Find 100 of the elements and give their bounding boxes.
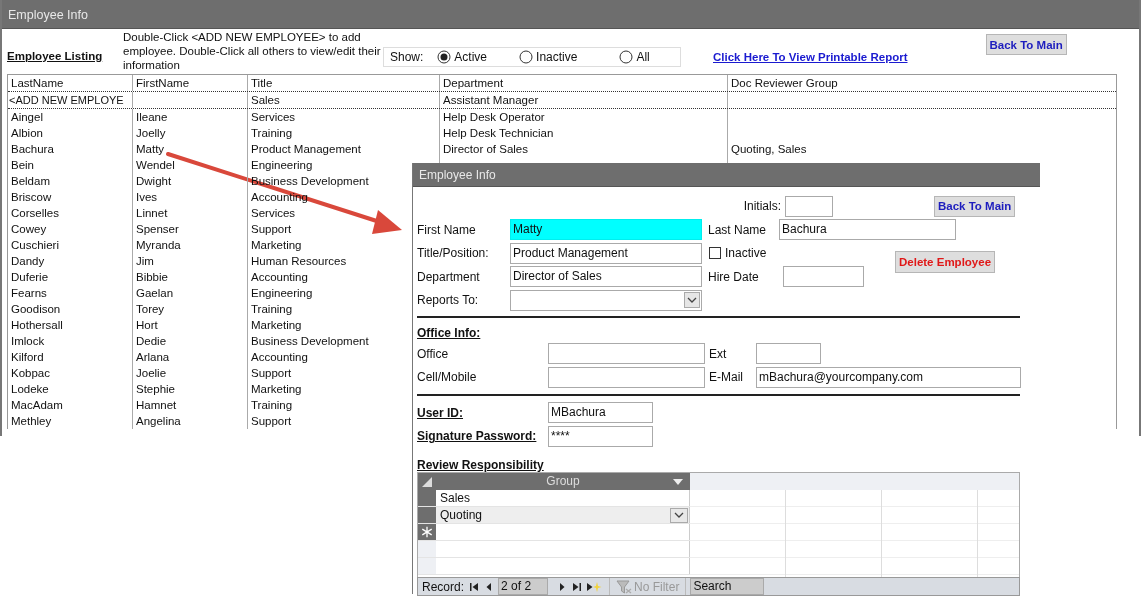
table-cell: Joelly — [133, 125, 248, 141]
last-record-button[interactable] — [571, 580, 584, 593]
table-cell: Kilford — [8, 349, 133, 365]
table-cell: Myranda — [133, 237, 248, 253]
input-field[interactable]: **** — [548, 425, 653, 447]
back-to-main-button[interactable]: Back To Main — [934, 195, 1016, 217]
input-field[interactable] — [785, 195, 833, 217]
table-cell: Dandy — [8, 253, 133, 269]
table-cell-text: Quoting, Sales — [730, 142, 808, 157]
table-cell: Beldam — [8, 173, 133, 189]
input-field[interactable]: mBachura@yourcompany.com — [756, 366, 1021, 388]
input-field[interactable]: MBachura — [548, 402, 653, 424]
table-cell: Help Desk Technician — [440, 125, 728, 141]
cell-text: Quoting — [440, 508, 483, 522]
table-cell: Spenser — [133, 221, 248, 237]
input-field[interactable] — [548, 343, 705, 365]
table-cell: Director of Sales — [440, 141, 728, 157]
table-cell: Kobpac — [8, 365, 133, 381]
field-label: Inactive — [725, 246, 768, 261]
input-field[interactable] — [548, 366, 705, 388]
table-cell: Sales — [248, 92, 440, 108]
column-header[interactable]: Doc Reviewer Group — [728, 75, 1114, 91]
input-field[interactable] — [756, 343, 821, 365]
cell-text: Sales — [440, 491, 471, 505]
table-cell: Dwight — [133, 173, 248, 189]
instructions-text: Double-Click <ADD NEW EMPLOYEE> to add employee. Double-Click all others to view/edit their information — [123, 30, 382, 72]
column-header[interactable]: Department — [440, 75, 728, 91]
radio-button[interactable] — [519, 50, 534, 64]
table-cell: Briscow — [8, 189, 133, 205]
table-cell: Stephie — [133, 381, 248, 397]
report-link[interactable]: Click Here To View Printable Report — [713, 51, 908, 63]
table-cell: Ives — [133, 189, 248, 205]
table-cell: Cowey — [8, 221, 133, 237]
chevron-down-icon[interactable] — [670, 507, 688, 523]
table-cell: Fearns — [8, 285, 133, 301]
field-label: Last Name — [708, 222, 768, 237]
table-cell: Jim — [133, 253, 248, 269]
table-cell: Methley — [8, 413, 133, 429]
table-cell: Imlock — [8, 333, 133, 349]
field-label: Department — [417, 269, 481, 284]
table-cell: Bachura — [8, 141, 133, 157]
table-cell: <ADD NEW EMPLOYE — [8, 92, 133, 108]
first-record-button[interactable] — [468, 580, 481, 593]
table-cell: Cuschieri — [8, 237, 133, 253]
column-header[interactable]: Title — [248, 75, 440, 91]
table-cell: Bibbie — [133, 269, 248, 285]
table-cell: Joelie — [133, 365, 248, 381]
table-cell: Wendel — [133, 157, 248, 173]
input-field[interactable]: Bachura — [779, 219, 956, 241]
table-cell: Angelina — [133, 413, 248, 429]
table-cell: Albion — [8, 125, 133, 141]
table-cell: Hothersall — [8, 317, 133, 333]
table-cell: Gaelan — [133, 285, 248, 301]
back-to-main-button[interactable]: Back To Main — [985, 34, 1067, 55]
table-cell: Help Desk Operator — [440, 109, 728, 125]
window-title: Employee Info — [2, 0, 1139, 29]
input-field[interactable]: Director of Sales — [510, 266, 702, 288]
table-cell: Linnet — [133, 205, 248, 221]
table-cell: Duferie — [8, 269, 133, 285]
column-header[interactable]: FirstName — [133, 75, 248, 91]
table-cell: Lodeke — [8, 381, 133, 397]
table-cell: Matty — [133, 141, 248, 157]
listing-heading: Employee Listing — [7, 50, 104, 62]
field-label: E-Mail — [709, 370, 744, 385]
radio-button[interactable] — [619, 50, 634, 64]
new-record-button[interactable] — [586, 580, 603, 593]
table-cell: Services — [248, 109, 440, 125]
table-cell: Arlana — [133, 349, 248, 365]
table-cell: Goodison — [8, 301, 133, 317]
table-cell: Ileane — [133, 109, 248, 125]
field-label: Hire Date — [708, 269, 760, 284]
radio-label: Inactive — [536, 50, 578, 64]
table-cell: Torey — [133, 301, 248, 317]
table-cell: Corselles — [8, 205, 133, 221]
table-cell: Assistant Manager — [440, 92, 728, 108]
field-label: Initials: — [742, 199, 781, 213]
reports-to-dropdown[interactable] — [510, 289, 702, 311]
input-field[interactable]: Matty — [510, 219, 702, 241]
table-cell: Product Management — [248, 141, 440, 157]
show-label: Show: — [390, 50, 424, 64]
delete-employee-button[interactable]: Delete Employee — [895, 251, 996, 274]
table-cell: Training — [248, 125, 440, 141]
asterisk-icon[interactable] — [418, 524, 436, 540]
field-label: Office — [417, 346, 450, 361]
column-header[interactable]: LastName — [8, 75, 133, 91]
checkbox[interactable] — [709, 247, 721, 260]
radio-label: All — [636, 50, 650, 64]
input-field[interactable]: Product Management — [510, 242, 702, 264]
record-label: Record: — [422, 579, 465, 594]
table-cell: Hamnet — [133, 397, 248, 413]
table-cell: Bein — [8, 157, 133, 173]
table-cell: Hort — [133, 317, 248, 333]
radio-button[interactable] — [437, 50, 452, 64]
field-label: Signature Password: — [417, 429, 538, 444]
dropdown-arrow-icon[interactable] — [672, 478, 684, 486]
record-position-field[interactable]: 2 of 2 — [498, 578, 549, 595]
column-header-label: Group — [546, 473, 580, 490]
table-cell: Dedie — [133, 333, 248, 349]
search-field[interactable]: Search — [690, 578, 765, 595]
input-field[interactable] — [783, 266, 864, 288]
